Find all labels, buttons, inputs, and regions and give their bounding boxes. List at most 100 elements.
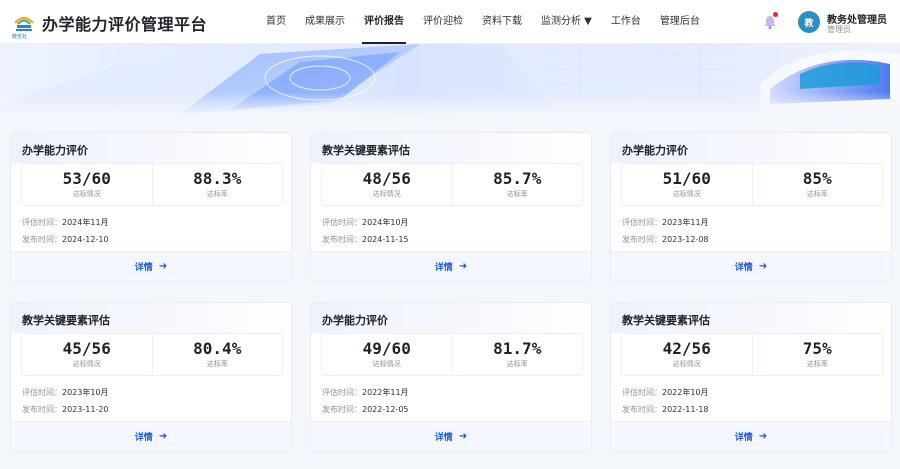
main-nav: 首页 成果展示 评价报告 评价迎检 资料下载 监测分析 ▼ 工作台 管理后台 [266,0,719,44]
eval-time-label: 评估时间： [322,388,362,397]
card-title: 办学能力评价 [622,144,688,157]
card-stats: 51/60 达标情况 85% 达标率 [621,163,883,206]
stat-rate-value: 88.3% [193,169,242,188]
stat-rate-label: 达标率 [206,190,228,198]
stat-score-value: 45/56 [62,339,111,358]
stat-rate: 85.7% 达标率 [451,164,583,205]
nav-achievements[interactable]: 成果展示 [305,0,345,44]
nav-monitoring[interactable]: 监测分析 ▼ [541,0,592,44]
nav-home[interactable]: 首页 [266,0,286,44]
stat-score-value: 53/60 [62,169,111,188]
stat-score: 49/60 达标情况 [322,334,452,375]
detail-label: 详情 [134,263,153,273]
eval-time-value: 2024年11月 [62,218,109,227]
detail-label: 详情 [134,433,153,443]
publish-time-value: 2024-11-15 [362,235,409,244]
publish-time-label: 发布时间： [622,235,662,244]
stat-rate-value: 85.7% [493,169,542,188]
stat-rate-value: 81.7% [493,339,542,358]
detail-label: 详情 [434,433,453,443]
arrow-right-icon: ➜ [458,261,468,272]
eval-time-value: 2022年11月 [362,388,409,397]
card-title: 办学能力评价 [22,144,88,157]
stat-score-label: 达标情况 [372,360,401,368]
publish-time: 发布时间：2024-11-15 [322,234,409,245]
publish-time-value: 2022-12-05 [362,405,409,414]
eval-time-value: 2023年11月 [662,218,709,227]
stat-score-value: 51/60 [662,169,711,188]
eval-time: 评估时间：2023年10月 [22,387,109,398]
stat-score: 48/56 达标情况 [322,164,452,205]
arrow-right-icon: ➜ [758,261,768,272]
stat-rate-label: 达标率 [206,360,228,368]
stat-score-label: 达标情况 [672,360,701,368]
stat-rate-label: 达标率 [806,360,828,368]
stat-score-label: 达标情况 [72,190,101,198]
stat-score-label: 达标情况 [672,190,701,198]
report-card: 教学关键要素评估 42/56 达标情况 75% 达标率 评估时间：2022年10… [610,302,892,452]
detail-label: 详情 [734,263,753,273]
stat-rate-label: 达标率 [806,190,828,198]
card-stats: 49/60 达标情况 81.7% 达标率 [321,333,583,376]
arrow-right-icon: ➜ [458,431,468,442]
stat-score: 51/60 达标情况 [622,164,752,205]
publish-time: 发布时间：2022-12-05 [322,404,409,415]
top-header: 教务处 办学能力评价管理平台 首页 成果展示 评价报告 评价迎检 资料下载 监测… [0,0,900,44]
arrow-right-icon: ➜ [158,261,168,272]
detail-button[interactable]: 详情 ➜ [311,251,591,281]
card-title: 教学关键要素评估 [322,144,410,157]
detail-button[interactable]: 详情 ➜ [11,251,291,281]
stat-rate: 81.7% 达标率 [451,334,583,375]
publish-time: 发布时间：2023-11-20 [22,404,109,415]
eval-time: 评估时间：2024年10月 [322,217,409,228]
user-role: 管理员 [827,25,851,34]
publish-time-label: 发布时间： [22,405,62,414]
logo-icon [14,16,34,31]
stat-rate-value: 75% [802,339,832,358]
avatar[interactable]: 教 [798,11,820,33]
nav-inspection[interactable]: 评价迎检 [423,0,463,44]
detail-button[interactable]: 详情 ➜ [611,251,891,281]
hero-banner [0,44,900,116]
stat-score-label: 达标情况 [72,360,101,368]
logo-text: 教务处 [12,34,28,40]
publish-time-label: 发布时间： [22,235,62,244]
eval-time-label: 评估时间： [322,218,362,227]
nav-workbench[interactable]: 工作台 [611,0,641,44]
card-stats: 42/56 达标情况 75% 达标率 [621,333,883,376]
stat-rate: 80.4% 达标率 [151,334,283,375]
publish-time: 发布时间：2024-12-10 [22,234,109,245]
stat-score-value: 42/56 [662,339,711,358]
detail-label: 详情 [434,263,453,273]
report-card: 办学能力评价 49/60 达标情况 81.7% 达标率 评估时间：2022年11… [310,302,592,452]
eval-time-label: 评估时间： [622,218,662,227]
card-stats: 45/56 达标情况 80.4% 达标率 [21,333,283,376]
detail-button[interactable]: 详情 ➜ [11,421,291,451]
detail-button[interactable]: 详情 ➜ [611,421,891,451]
detail-button[interactable]: 详情 ➜ [311,421,591,451]
stat-rate: 85% 达标率 [751,164,883,205]
publish-time-value: 2024-12-10 [62,235,109,244]
nav-downloads[interactable]: 资料下载 [482,0,522,44]
publish-time: 发布时间：2023-12-08 [622,234,709,245]
eval-time-label: 评估时间： [22,218,62,227]
stat-rate-label: 达标率 [506,190,528,198]
card-stats: 48/56 达标情况 85.7% 达标率 [321,163,583,206]
stat-rate-value: 80.4% [193,339,242,358]
eval-time-value: 2024年10月 [362,218,409,227]
report-card: 办学能力评价 53/60 达标情况 88.3% 达标率 评估时间：2024年11… [10,132,292,282]
arrow-right-icon: ➜ [158,431,168,442]
stat-rate: 75% 达标率 [751,334,883,375]
publish-time: 发布时间：2022-11-18 [622,404,709,415]
stat-score-value: 49/60 [362,339,411,358]
notification-dot [773,12,778,17]
nav-admin[interactable]: 管理后台 [660,0,700,44]
publish-time-label: 发布时间： [322,405,362,414]
card-title: 办学能力评价 [322,314,388,327]
nav-reports[interactable]: 评价报告 [362,0,406,44]
eval-time: 评估时间：2022年10月 [622,387,709,398]
publish-time-value: 2022-11-18 [662,405,709,414]
report-card: 办学能力评价 51/60 达标情况 85% 达标率 评估时间：2023年11月 … [610,132,892,282]
eval-time-label: 评估时间： [22,388,62,397]
eval-time: 评估时间：2022年11月 [322,387,409,398]
